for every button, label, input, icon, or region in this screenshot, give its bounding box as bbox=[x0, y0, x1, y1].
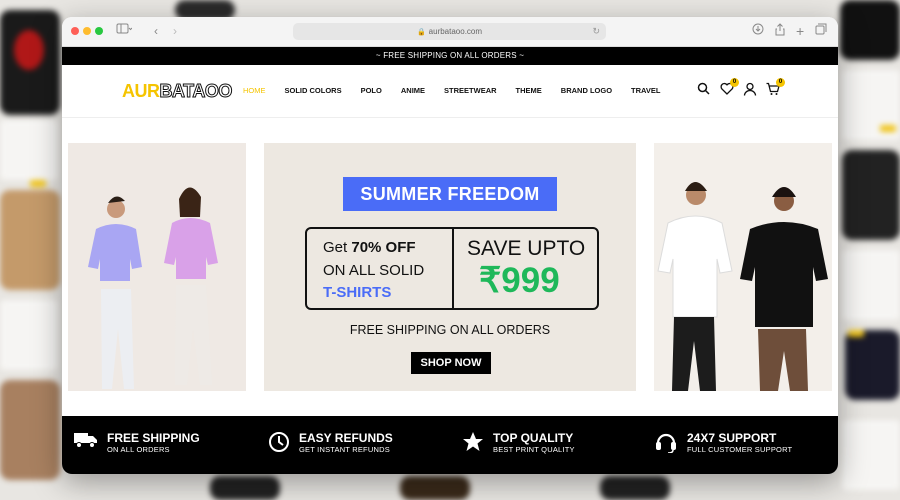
menu-item-anime[interactable]: ANIME bbox=[401, 86, 425, 95]
offer-divider bbox=[452, 229, 454, 308]
search-icon[interactable] bbox=[697, 82, 711, 96]
minimize-window-button[interactable] bbox=[83, 27, 91, 35]
headset-icon bbox=[654, 431, 678, 458]
truck-icon bbox=[74, 431, 98, 454]
hero-section: SUMMER FREEDOM Get 70% OFF ON ALL SOLID … bbox=[68, 143, 832, 391]
star-icon bbox=[462, 431, 484, 458]
forward-icon[interactable]: › bbox=[173, 23, 177, 39]
lock-icon: 🔒 bbox=[416, 29, 426, 36]
cart-count-badge: 0 bbox=[776, 78, 785, 87]
site-header: AURBATAOO HOME SOLID COLORS POLO ANIME S… bbox=[62, 65, 838, 118]
site-logo[interactable]: AURBATAOO bbox=[122, 81, 233, 102]
wishlist-count-badge: 0 bbox=[730, 78, 739, 87]
features-bar: FREE SHIPPING ON ALL ORDERS EASY REFUNDS G… bbox=[62, 416, 838, 474]
announcement-bar: ~ FREE SHIPPING ON ALL ORDERS ~ bbox=[62, 47, 838, 65]
feature-top-quality: TOP QUALITY BEST PRINT QUALITY bbox=[462, 431, 575, 458]
offer-product: T-SHIRTS bbox=[323, 284, 392, 301]
download-icon[interactable] bbox=[752, 23, 764, 39]
right-hero-image[interactable] bbox=[654, 143, 832, 391]
share-icon[interactable] bbox=[774, 23, 786, 40]
back-icon[interactable]: ‹ bbox=[154, 23, 158, 39]
reload-icon[interactable]: ↻ bbox=[592, 23, 600, 40]
save-upto-label: SAVE UPTO bbox=[467, 237, 586, 260]
account-icon[interactable] bbox=[743, 82, 757, 96]
new-tab-icon[interactable]: + bbox=[796, 23, 804, 39]
close-window-button[interactable] bbox=[71, 27, 79, 35]
address-bar[interactable]: 🔒 aurbataoo.com ↻ bbox=[293, 23, 606, 40]
wishlist-icon[interactable]: 0 bbox=[720, 78, 739, 96]
menu-item-polo[interactable]: POLO bbox=[361, 86, 382, 95]
menu-item-home[interactable]: HOME bbox=[243, 86, 266, 95]
menu-item-theme[interactable]: THEME bbox=[516, 86, 542, 95]
tab-overview-icon[interactable] bbox=[815, 23, 827, 39]
offer-line-2: ON ALL SOLID bbox=[323, 262, 425, 279]
banner-title: SUMMER FREEDOM bbox=[343, 177, 557, 211]
url-text: aurbataoo.com bbox=[428, 27, 483, 36]
browser-toolbar: ‹ › 🔒 aurbataoo.com ↻ + bbox=[62, 17, 838, 47]
browser-window: ‹ › 🔒 aurbataoo.com ↻ + ~ FREE SHIPPING O… bbox=[62, 17, 838, 474]
menu-item-travel[interactable]: TRAVEL bbox=[631, 86, 660, 95]
banner-shipping-text: FREE SHIPPING ON ALL ORDERS bbox=[349, 323, 551, 337]
offer-box: Get 70% OFF ON ALL SOLID T-SHIRTS SAVE U… bbox=[305, 227, 599, 310]
clock-icon bbox=[268, 431, 290, 458]
offer-line-1: Get 70% OFF bbox=[323, 239, 416, 256]
cart-icon[interactable]: 0 bbox=[766, 78, 785, 96]
feature-free-shipping: FREE SHIPPING ON ALL ORDERS bbox=[74, 431, 200, 455]
menu-item-streetwear[interactable]: STREETWEAR bbox=[444, 86, 497, 95]
maximize-window-button[interactable] bbox=[95, 27, 103, 35]
menu-item-solid-colors[interactable]: SOLID COLORS bbox=[285, 86, 342, 95]
sidebar-toggle-icon[interactable] bbox=[116, 23, 133, 39]
shop-now-button[interactable]: SHOP NOW bbox=[411, 352, 491, 374]
left-hero-image[interactable] bbox=[68, 143, 246, 391]
main-menu: HOME SOLID COLORS POLO ANIME STREETWEAR … bbox=[243, 86, 660, 95]
menu-item-brand-logo[interactable]: BRAND LOGO bbox=[561, 86, 612, 95]
offer-price: ₹999 bbox=[479, 261, 560, 300]
feature-support: 24X7 SUPPORT FULL CUSTOMER SUPPORT bbox=[654, 431, 792, 458]
header-icons: 0 0 bbox=[697, 78, 785, 96]
hero-banner[interactable]: SUMMER FREEDOM Get 70% OFF ON ALL SOLID … bbox=[264, 143, 636, 391]
feature-easy-refunds: EASY REFUNDS GET INSTANT REFUNDS bbox=[268, 431, 393, 458]
